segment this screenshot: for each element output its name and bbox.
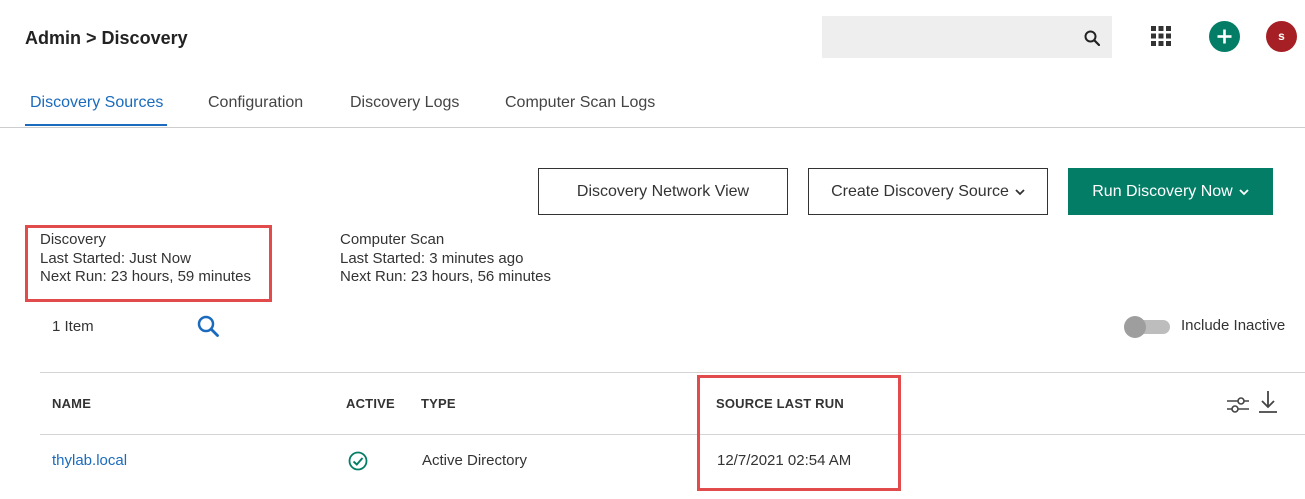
- check-circle-icon: [348, 451, 368, 471]
- breadcrumb: Admin > Discovery: [25, 27, 188, 49]
- computer-scan-status-title: Computer Scan: [340, 231, 445, 248]
- run-discovery-now-label: Run Discovery Now: [1092, 182, 1233, 200]
- column-header-name[interactable]: NAME: [52, 396, 91, 411]
- discovery-status: Discovery Last Started: Just Now Next Ru…: [40, 231, 251, 287]
- include-inactive-label: Include Inactive: [1181, 317, 1286, 334]
- computer-scan-status: Computer Scan Last Started: 3 minutes ag…: [340, 231, 551, 287]
- source-type: Active Directory: [422, 452, 528, 469]
- item-count: 1 Item: [52, 318, 94, 335]
- global-search: [822, 16, 1112, 58]
- toggle-knob: [1124, 316, 1146, 338]
- table-row-border: [40, 434, 1305, 435]
- discovery-last-started: Last Started: Just Now: [40, 249, 191, 267]
- apps-grid-icon[interactable]: [1151, 26, 1171, 46]
- computer-scan-next-run: Next Run: 23 hours, 56 minutes: [340, 268, 551, 285]
- avatar[interactable]: s: [1266, 21, 1297, 52]
- table-header-border: [40, 372, 1305, 373]
- computer-scan-last-started: Last Started: 3 minutes ago: [340, 249, 524, 267]
- sliders-icon[interactable]: [1226, 395, 1250, 415]
- discovery-network-view-button[interactable]: Discovery Network View: [538, 168, 788, 215]
- tab-configuration[interactable]: Configuration: [208, 94, 303, 124]
- search-icon[interactable]: [196, 314, 220, 338]
- tab-computer-scan-logs[interactable]: Computer Scan Logs: [505, 94, 655, 124]
- breadcrumb-current: Discovery: [101, 27, 188, 48]
- chevron-down-icon: [1015, 188, 1025, 195]
- create-discovery-source-button[interactable]: Create Discovery Source: [808, 168, 1048, 215]
- column-header-type[interactable]: TYPE: [421, 396, 456, 411]
- source-last-run-highlight: [697, 375, 901, 491]
- add-button[interactable]: [1209, 21, 1240, 52]
- search-input[interactable]: [822, 16, 1062, 58]
- download-icon[interactable]: [1258, 390, 1278, 414]
- run-discovery-now-button[interactable]: Run Discovery Now: [1068, 168, 1273, 215]
- column-header-active[interactable]: ACTIVE: [346, 396, 395, 411]
- tab-discovery-logs[interactable]: Discovery Logs: [350, 94, 459, 124]
- chevron-down-icon: [1239, 188, 1249, 195]
- tab-discovery-sources[interactable]: Discovery Sources: [25, 94, 168, 126]
- breadcrumb-root[interactable]: Admin: [25, 28, 81, 48]
- breadcrumb-separator: >: [86, 27, 97, 48]
- create-discovery-source-label: Create Discovery Source: [831, 182, 1009, 200]
- search-icon[interactable]: [1084, 30, 1100, 46]
- discovery-status-title: Discovery: [40, 231, 106, 248]
- discovery-next-run: Next Run: 23 hours, 59 minutes: [40, 268, 251, 285]
- discovery-network-view-label: Discovery Network View: [576, 182, 750, 200]
- plus-icon: [1217, 29, 1232, 44]
- include-inactive-toggle[interactable]: [1124, 316, 1170, 338]
- tab-bar: Discovery Sources Configuration Discover…: [0, 86, 1305, 128]
- source-name-link[interactable]: thylab.local: [52, 452, 127, 469]
